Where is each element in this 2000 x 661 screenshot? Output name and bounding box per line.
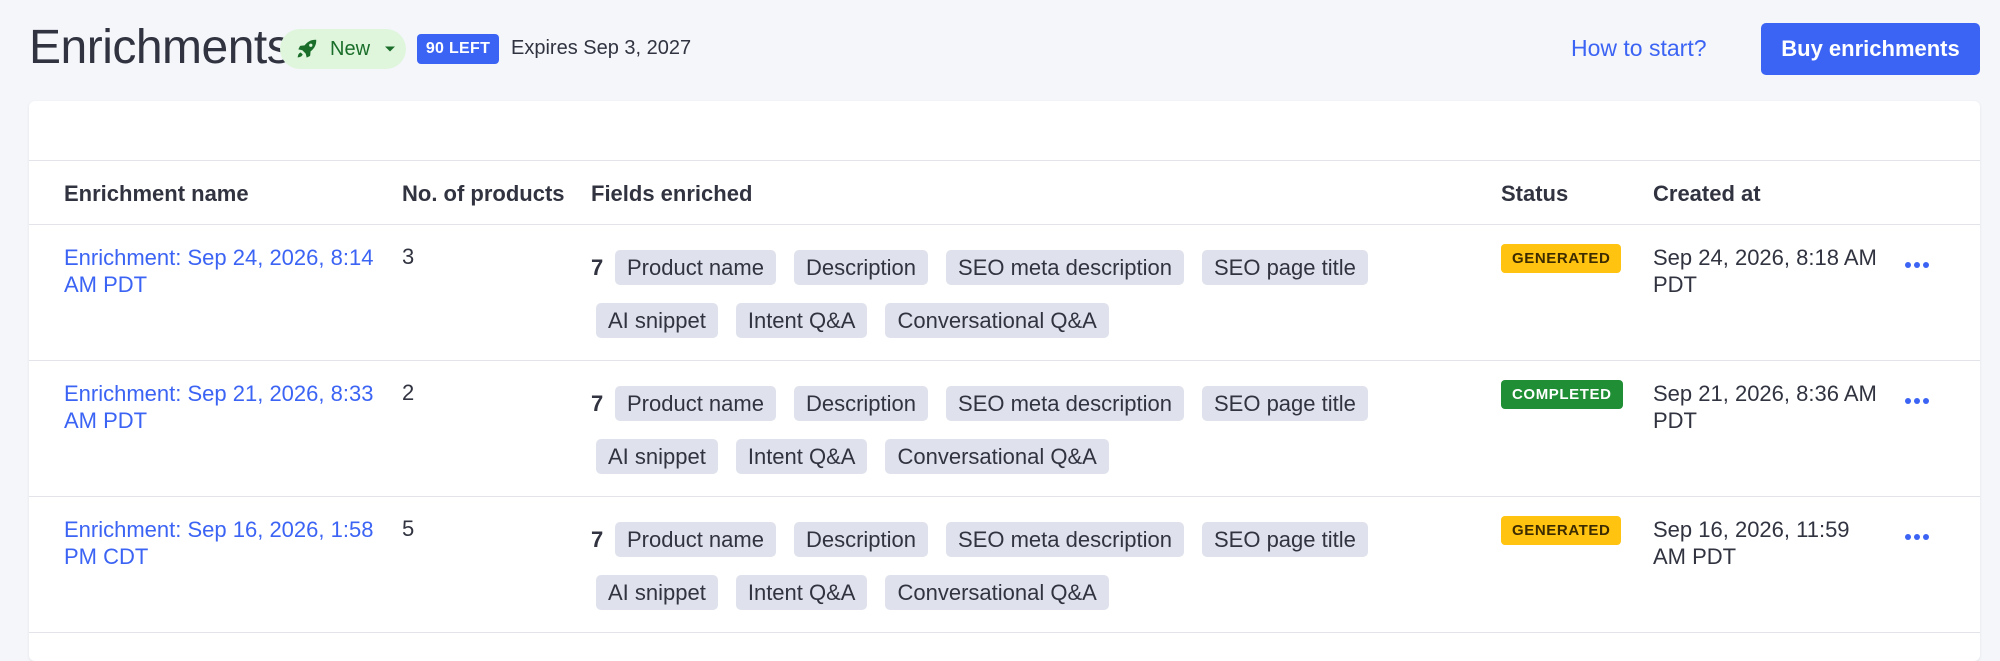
field-chip: Product name xyxy=(615,386,776,421)
table-row: Enrichment: Sep 21, 2026, 8:33 AM PDT 2 … xyxy=(29,361,1980,497)
remaining-count-badge: 90 LEFT xyxy=(417,34,499,64)
enrichment-name-link[interactable]: Enrichment: Sep 21, 2026, 8:33 AM PDT xyxy=(64,380,374,434)
more-horizontal-icon xyxy=(1905,262,1911,268)
page-title: Enrichments xyxy=(29,21,291,74)
field-chip: SEO meta description xyxy=(946,522,1184,557)
field-chip: AI snippet xyxy=(596,439,718,474)
table-header: Enrichment name No. of products Fields e… xyxy=(29,161,1980,225)
field-count: 7 xyxy=(591,254,604,280)
product-count: 2 xyxy=(402,380,415,405)
field-chip: Conversational Q&A xyxy=(885,575,1109,610)
buy-enrichments-button[interactable]: Buy enrichments xyxy=(1761,23,1980,75)
status-badge: COMPLETED xyxy=(1501,380,1623,409)
enrichments-panel: Enrichment name No. of products Fields e… xyxy=(29,101,1980,661)
field-chip: Intent Q&A xyxy=(735,303,868,338)
fields-enriched: 7 Product name Description SEO meta desc… xyxy=(591,386,1431,474)
more-dot xyxy=(1923,398,1929,404)
field-chip: SEO page title xyxy=(1202,522,1368,557)
fields-enriched: 7 Product name Description SEO meta desc… xyxy=(591,250,1431,338)
field-count: 7 xyxy=(591,526,604,552)
more-dot xyxy=(1914,534,1920,540)
field-chip: Conversational Q&A xyxy=(885,303,1109,338)
caret-down-icon xyxy=(385,46,396,52)
column-header-created: Created at xyxy=(1653,181,1761,206)
field-chip: Product name xyxy=(615,522,776,557)
created-at: Sep 24, 2026, 8:18 AM PDT xyxy=(1653,245,1877,297)
field-chip: Product name xyxy=(615,250,776,285)
field-chip: SEO page title xyxy=(1202,250,1368,285)
row-actions-button[interactable] xyxy=(1905,391,1935,411)
field-chip: Description xyxy=(793,250,929,285)
new-badge-label: New xyxy=(330,37,371,60)
more-horizontal-icon xyxy=(1905,398,1911,404)
field-chip: Description xyxy=(793,386,929,421)
column-header-products: No. of products xyxy=(402,181,565,206)
table-row: Enrichment: Sep 16, 2026, 1:58 PM CDT 5 … xyxy=(29,497,1980,633)
fields-enriched: 7 Product name Description SEO meta desc… xyxy=(591,522,1431,610)
table-row: Enrichment: Sep 24, 2026, 8:14 AM PDT 3 … xyxy=(29,225,1980,361)
product-count: 5 xyxy=(402,516,415,541)
more-dot xyxy=(1914,398,1920,404)
panel-toolbar xyxy=(29,101,1980,161)
field-chip: Conversational Q&A xyxy=(885,439,1109,474)
status-badge: GENERATED xyxy=(1501,516,1622,545)
row-actions-button[interactable] xyxy=(1905,255,1935,275)
more-dot xyxy=(1923,262,1929,268)
field-chip: AI snippet xyxy=(596,575,718,610)
field-count: 7 xyxy=(591,390,604,416)
how-to-start-link[interactable]: How to start? xyxy=(1571,35,1707,62)
created-at: Sep 16, 2026, 11:59 AM PDT xyxy=(1653,517,1850,569)
row-actions-button[interactable] xyxy=(1905,527,1935,547)
column-header-fields: Fields enriched xyxy=(591,181,753,206)
field-chip: Description xyxy=(793,522,929,557)
field-chip: Intent Q&A xyxy=(735,575,868,610)
status-badge: GENERATED xyxy=(1501,244,1622,273)
field-chip: SEO meta description xyxy=(946,386,1184,421)
enrichment-name-link[interactable]: Enrichment: Sep 24, 2026, 8:14 AM PDT xyxy=(64,244,374,298)
column-header-name: Enrichment name xyxy=(64,181,249,206)
expiry-text: Expires Sep 3, 2027 xyxy=(511,37,692,59)
rocket-icon xyxy=(297,39,317,58)
created-at: Sep 21, 2026, 8:36 AM PDT xyxy=(1653,381,1877,433)
product-count: 3 xyxy=(402,244,415,269)
new-badge-dropdown[interactable]: New xyxy=(280,29,406,69)
enrichment-name-link[interactable]: Enrichment: Sep 16, 2026, 1:58 PM CDT xyxy=(64,516,374,570)
column-header-status: Status xyxy=(1501,181,1569,206)
field-chip: SEO page title xyxy=(1202,386,1368,421)
field-chip: AI snippet xyxy=(596,303,718,338)
more-horizontal-icon xyxy=(1905,534,1911,540)
page-header: Enrichments New 90 LEFT Expires Sep 3, 2… xyxy=(0,0,2000,100)
field-chip: Intent Q&A xyxy=(735,439,868,474)
field-chip: SEO meta description xyxy=(946,250,1184,285)
more-dot xyxy=(1923,534,1929,540)
more-dot xyxy=(1914,262,1920,268)
